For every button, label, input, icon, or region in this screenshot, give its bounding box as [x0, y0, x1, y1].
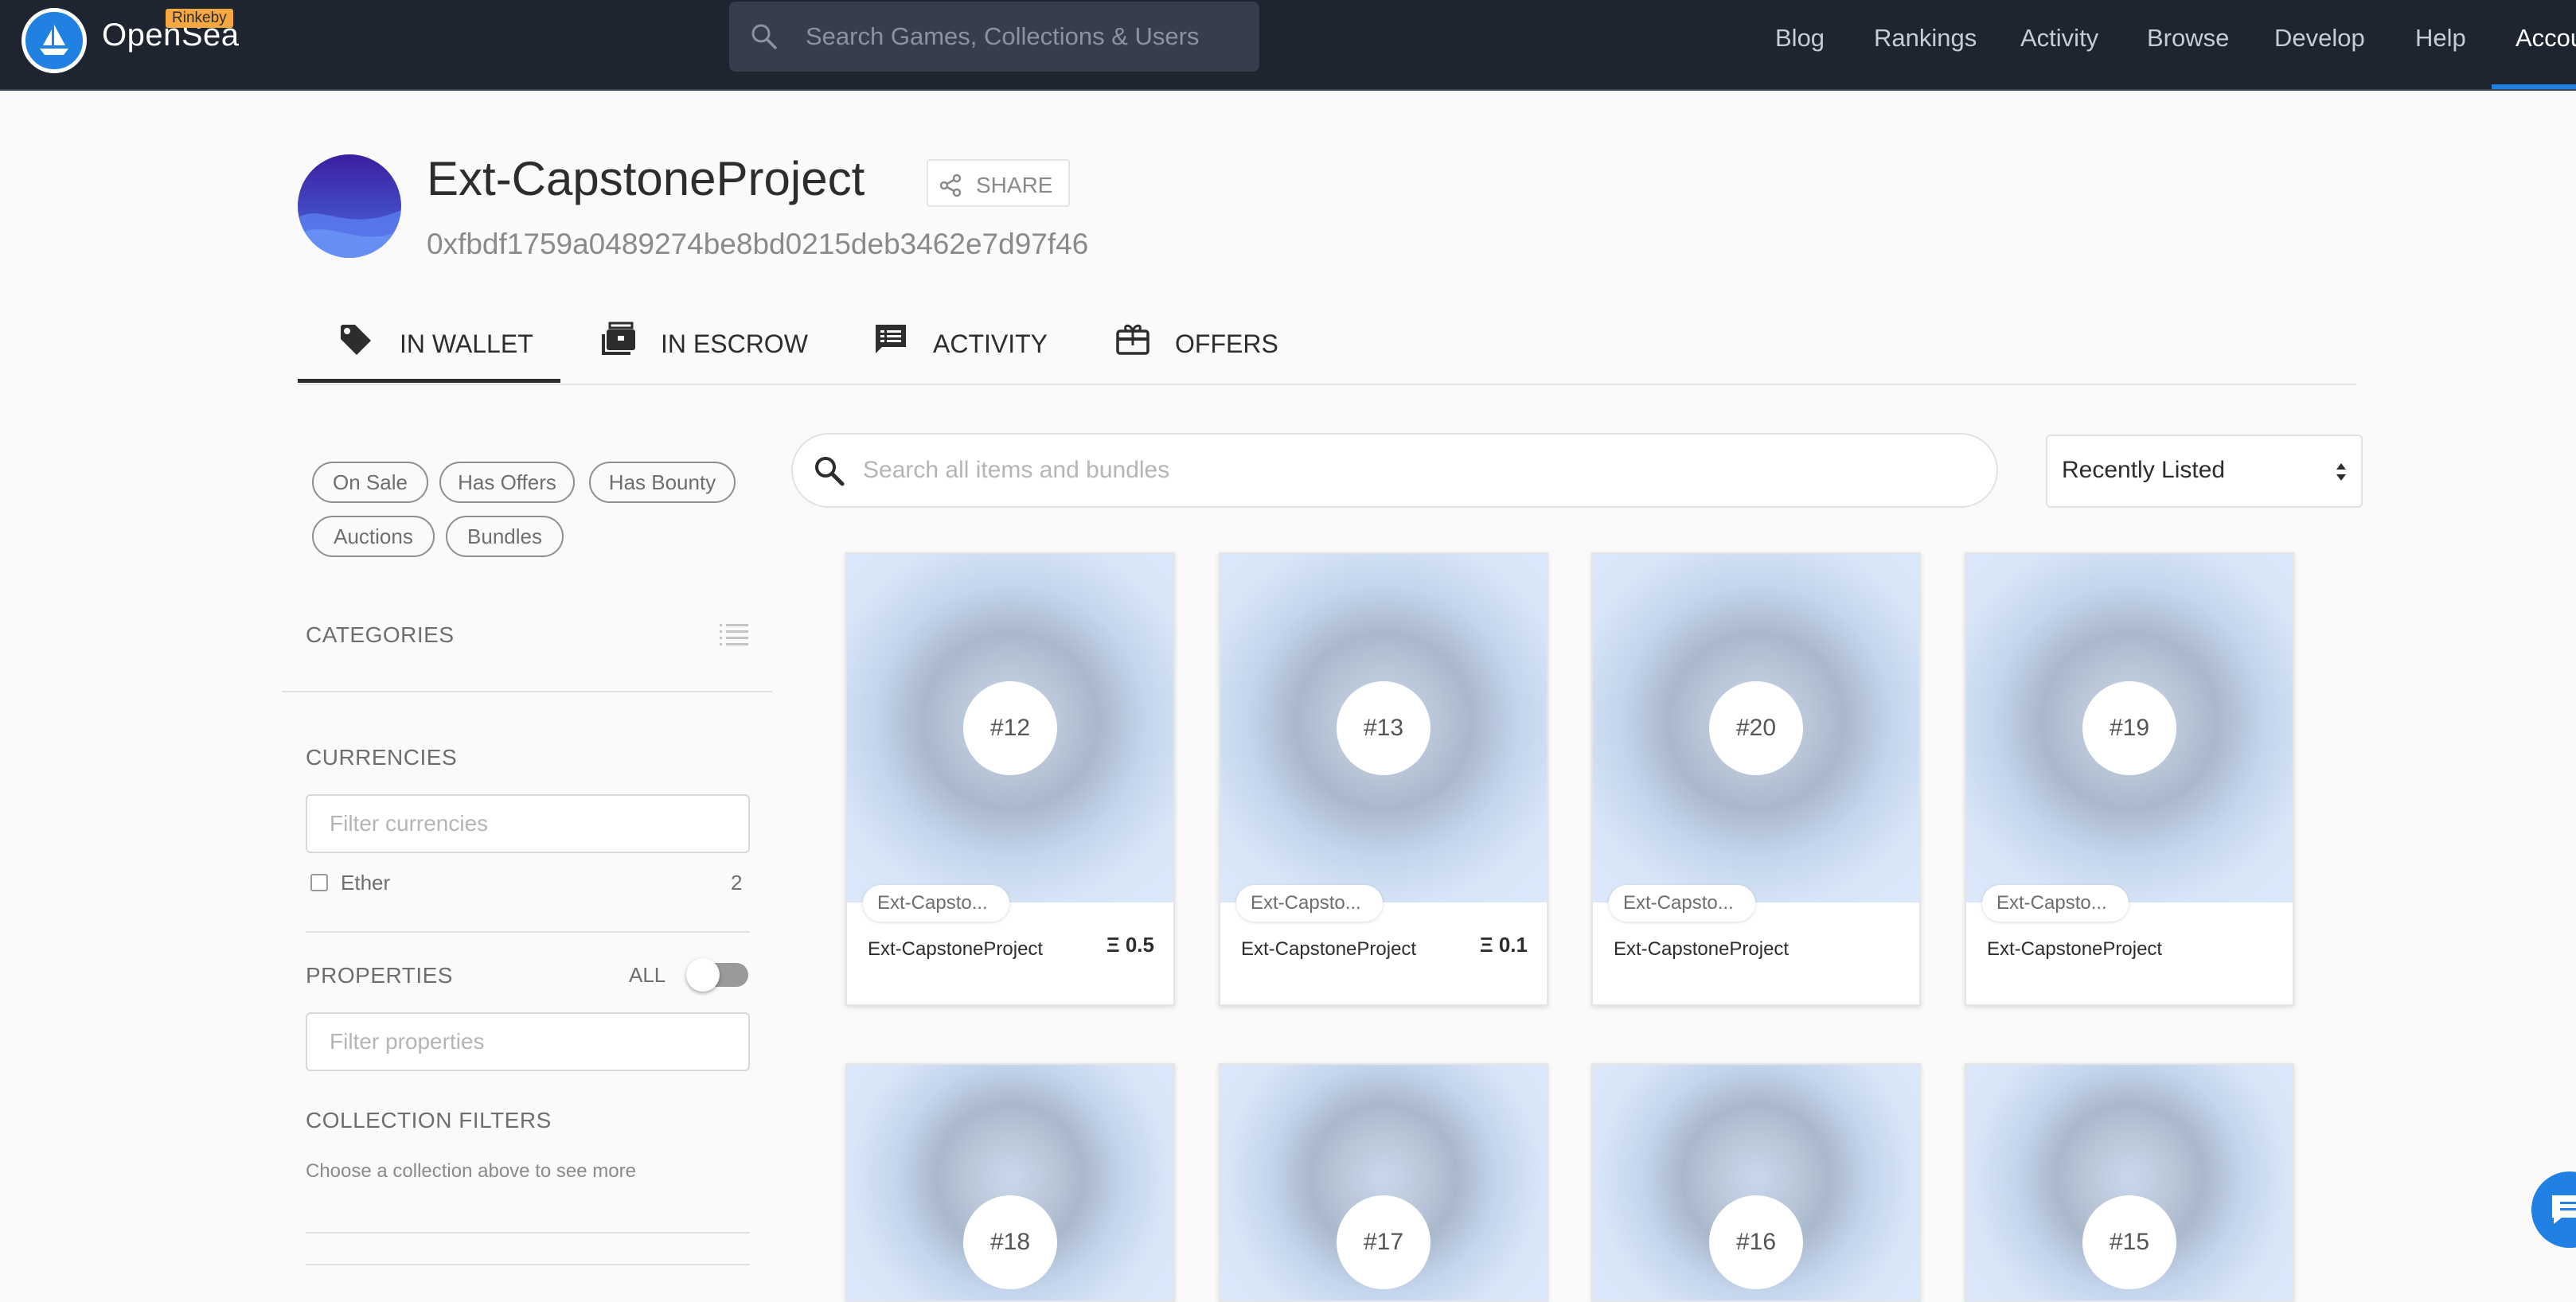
filter-pill-auctions[interactable]: Auctions	[312, 516, 435, 557]
currency-checkbox-ether[interactable]	[310, 874, 328, 891]
sort-select-value: Recently Listed	[2062, 457, 2226, 483]
search-icon	[815, 457, 845, 486]
tabs-divider	[298, 384, 2356, 385]
nav-link-blog[interactable]: Blog	[1775, 24, 1825, 53]
token-id: #19	[2082, 681, 2176, 775]
gift-card-icon	[1116, 324, 1149, 355]
token-id: #20	[1709, 681, 1803, 775]
tab-activity[interactable]: ACTIVITY	[872, 317, 1056, 384]
asset-image: #13	[1220, 554, 1547, 902]
token-id: #13	[1337, 681, 1430, 775]
sidebar-divider	[306, 1232, 750, 1234]
collection-badge[interactable]: Ext-Capsto...	[1236, 885, 1383, 922]
asset-card[interactable]: #15	[1965, 1063, 2294, 1302]
currency-label: Ether	[341, 871, 391, 895]
properties-all-label: ALL	[629, 963, 666, 987]
items-search	[791, 433, 1998, 508]
token-id: #16	[1709, 1195, 1803, 1289]
asset-name: Ext-CapstoneProject	[868, 938, 1044, 960]
list-icon[interactable]	[720, 622, 748, 646]
asset-card[interactable]: #19 Ext-Capsto... Ext-CapstoneProject	[1965, 552, 2294, 1006]
tab-label: ACTIVITY	[933, 329, 1048, 358]
nav-link-rankings[interactable]: Rankings	[1874, 24, 1977, 53]
items-search-input[interactable]	[863, 450, 1961, 490]
chat-button[interactable]	[2531, 1171, 2576, 1248]
global-search	[729, 2, 1259, 72]
filter-pill-has-bounty[interactable]: Has Bounty	[589, 462, 736, 503]
collection-badge[interactable]: Ext-Capsto...	[1609, 885, 1755, 922]
network-badge: Rinkeby	[166, 9, 233, 28]
asset-card[interactable]: #12 Ext-Capsto... Ext-CapstoneProject Ξ …	[845, 552, 1175, 1006]
chat-icon	[2552, 1195, 2576, 1224]
sort-arrows-icon	[2336, 463, 2346, 481]
wallet-address[interactable]: 0xfbdf1759a0489274be8bd0215deb3462e7d97f…	[427, 228, 1088, 261]
asset-image: #17	[1220, 1065, 1547, 1300]
share-button-label: SHARE	[976, 173, 1053, 197]
asset-image: #16	[1593, 1065, 1919, 1300]
tab-in-escrow[interactable]: IN ESCROW	[600, 317, 808, 384]
asset-image: #20	[1593, 554, 1919, 902]
sort-select[interactable]: Recently Listed	[2046, 435, 2363, 508]
nav-active-indicator	[2492, 84, 2576, 89]
tab-label: IN ESCROW	[661, 329, 808, 358]
currency-count: 2	[731, 871, 743, 895]
sidebar-divider	[282, 691, 772, 692]
sidebar-divider	[306, 1264, 750, 1265]
asset-card[interactable]: #20 Ext-Capsto... Ext-CapstoneProject	[1591, 552, 1921, 1006]
tab-label: OFFERS	[1175, 329, 1278, 358]
asset-card[interactable]: #17	[1219, 1063, 1548, 1302]
share-button[interactable]: SHARE	[927, 159, 1070, 207]
top-navbar: OpenSea Rinkeby Blog Rankings Activity B…	[0, 0, 2576, 91]
asset-price: Ξ 0.1	[1479, 933, 1528, 957]
filter-pill-has-offers[interactable]: Has Offers	[439, 462, 575, 503]
collection-filters-hint: Choose a collection above to see more	[306, 1160, 636, 1182]
global-search-input[interactable]	[806, 18, 1235, 56]
token-id: #15	[2082, 1195, 2176, 1289]
collection-filters-heading: COLLECTION FILTERS	[306, 1108, 552, 1132]
token-id: #12	[963, 681, 1057, 775]
sidebar-divider	[306, 931, 750, 933]
search-icon	[751, 24, 777, 49]
categories-heading[interactable]: CATEGORIES	[306, 622, 455, 648]
tab-in-wallet[interactable]: IN WALLET	[338, 317, 568, 384]
filter-pill-on-sale[interactable]: On Sale	[312, 462, 428, 503]
collection-badge[interactable]: Ext-Capsto...	[863, 885, 1009, 922]
tab-label: IN WALLET	[400, 329, 533, 358]
asset-name: Ext-CapstoneProject	[1241, 938, 1417, 960]
asset-name: Ext-CapstoneProject	[1614, 938, 1790, 960]
message-list-icon	[876, 325, 906, 353]
asset-card[interactable]: #18	[845, 1063, 1175, 1302]
asset-image: #18	[847, 1065, 1173, 1300]
tag-icon	[341, 325, 371, 355]
tab-active-indicator	[298, 379, 560, 383]
nav-link-account[interactable]: Accou	[2516, 24, 2576, 53]
currency-filter-input[interactable]	[306, 794, 750, 853]
page-title: Ext-CapstoneProject	[427, 152, 865, 205]
asset-name: Ext-CapstoneProject	[1987, 938, 2163, 960]
tab-offers[interactable]: OFFERS	[1114, 317, 1282, 384]
share-icon	[939, 173, 962, 197]
filter-pill-bundles[interactable]: Bundles	[446, 516, 564, 557]
nav-link-activity[interactable]: Activity	[2020, 24, 2098, 53]
token-id: #18	[963, 1195, 1057, 1289]
currencies-heading: CURRENCIES	[306, 745, 458, 770]
toggle-knob	[686, 958, 720, 992]
avatar[interactable]	[298, 154, 401, 258]
briefcase-icon	[602, 322, 635, 355]
asset-card[interactable]: #16	[1591, 1063, 1921, 1302]
collection-badge[interactable]: Ext-Capsto...	[1982, 885, 2129, 922]
properties-all-toggle[interactable]	[686, 958, 748, 992]
properties-filter-input[interactable]	[306, 1012, 750, 1071]
properties-heading: PROPERTIES	[306, 963, 453, 988]
asset-image: #15	[1966, 1065, 2293, 1300]
asset-image: #19	[1966, 554, 2293, 902]
nav-link-help[interactable]: Help	[2415, 24, 2466, 53]
nav-link-browse[interactable]: Browse	[2147, 24, 2229, 53]
asset-card[interactable]: #13 Ext-Capsto... Ext-CapstoneProject Ξ …	[1219, 552, 1548, 1006]
asset-price: Ξ 0.5	[1106, 933, 1154, 957]
opensea-logo-icon[interactable]	[21, 8, 87, 73]
token-id: #17	[1337, 1195, 1430, 1289]
asset-image: #12	[847, 554, 1173, 902]
nav-link-develop[interactable]: Develop	[2274, 24, 2365, 53]
